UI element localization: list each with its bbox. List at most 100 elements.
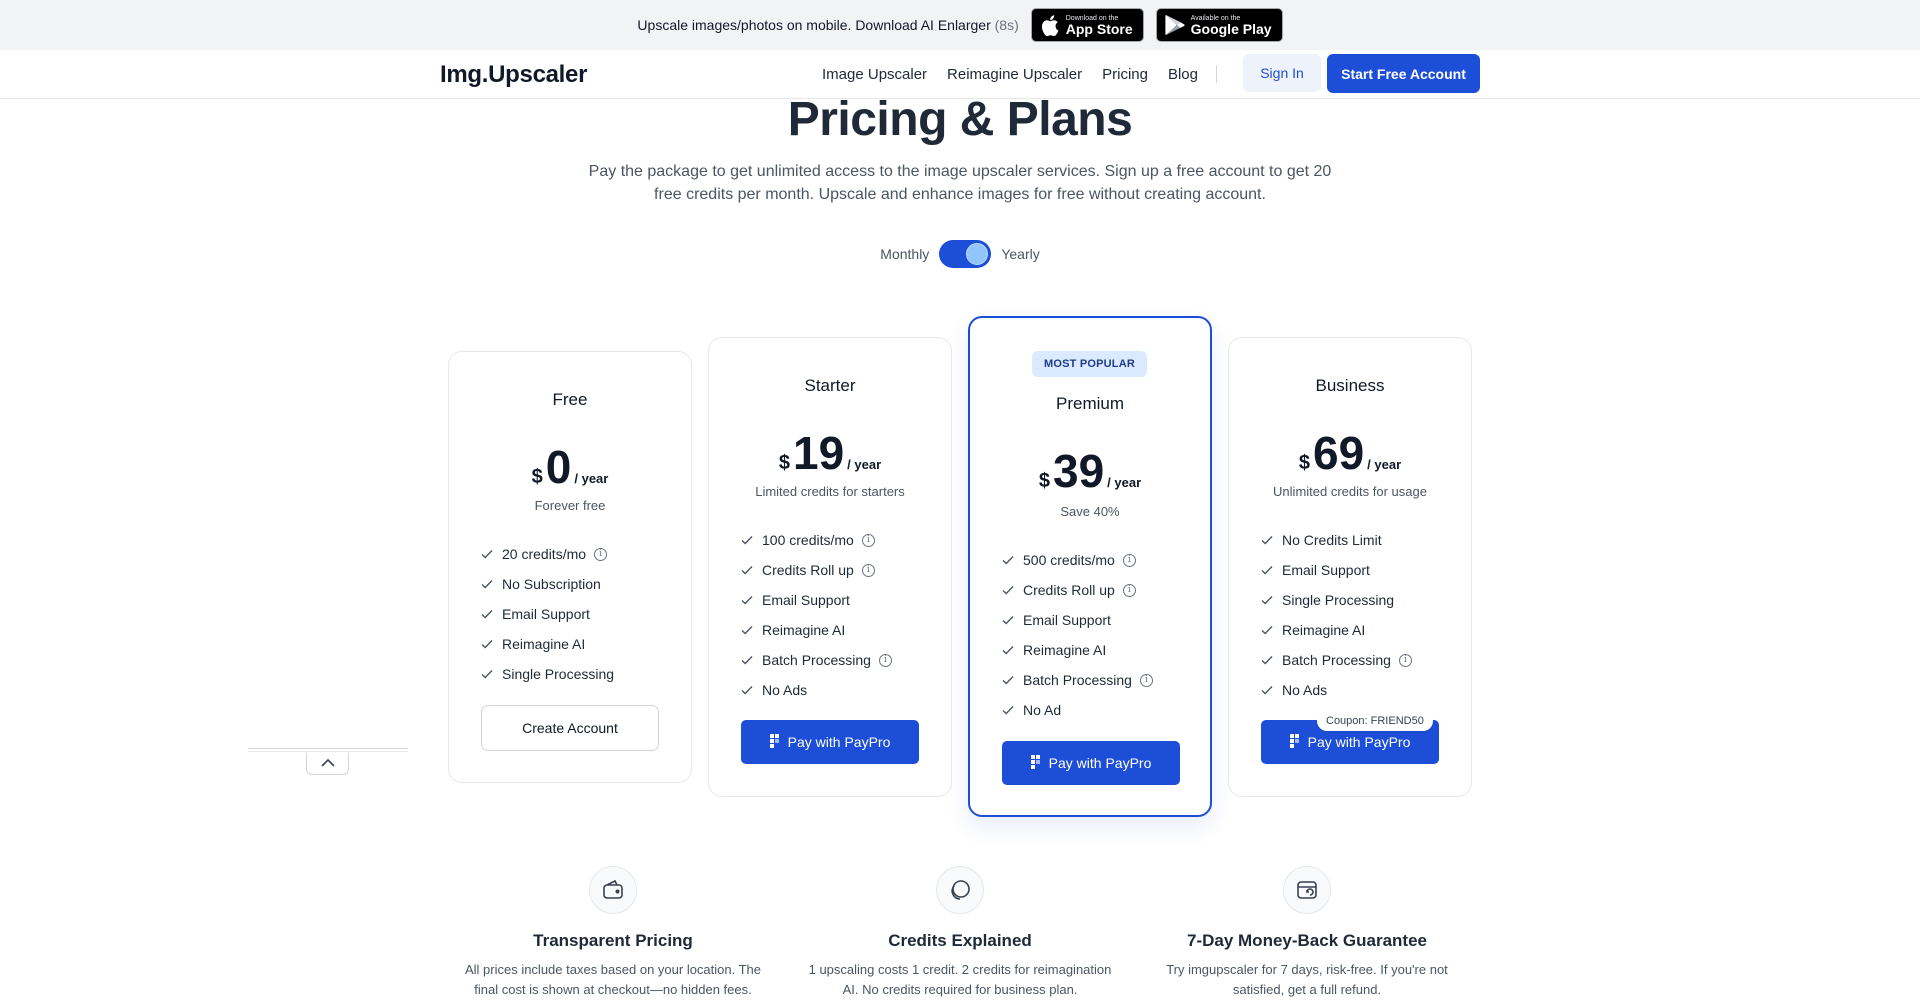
plan-price: $ 69 / year [1229,430,1471,476]
nav-reimagine-upscaler[interactable]: Reimagine Upscaler [947,66,1082,83]
info-icon[interactable]: i [861,563,875,577]
check-icon [1002,585,1014,595]
app-store-label: App Store [1065,20,1133,37]
feature-label: No Subscription [502,576,601,592]
feature-label: Batch Processing [1282,652,1391,668]
price-period: / year [847,457,882,472]
feature-item: 100 credits/mo i [741,525,892,555]
refund-wallet-icon [1283,866,1331,914]
switch-knob [966,243,989,265]
feature-label: Email Support [762,592,850,608]
feature-label: No Ads [762,682,808,698]
feature-item: Batch Processing i [1261,645,1412,675]
feature-label: Single Processing [502,666,615,682]
highlight-transparent-pricing: Transparent Pricing All prices include t… [453,866,773,1000]
nav-pricing[interactable]: Pricing [1102,66,1148,83]
feature-item: No Ads [741,675,892,705]
info-icon[interactable]: i [861,533,875,547]
plan-card-free: Free $ 0 / year Forever free 20 credits/… [448,351,692,783]
most-popular-badge: MOST POPULAR [1032,351,1147,377]
pay-with-paypro-button[interactable]: Pay with PayPro [741,720,919,764]
feature-list: 100 credits/mo i Credits Roll up i Email Sup… [741,525,892,705]
feature-item: Single Processing [1261,585,1412,615]
price-period: / year [1367,457,1402,472]
check-icon [1261,685,1273,695]
feature-item: Batch Processing i [741,645,892,675]
collapse-tab[interactable] [306,753,349,775]
info-icon[interactable]: i [1122,553,1136,567]
feature-label: Batch Processing [762,652,871,668]
check-icon [1002,645,1014,655]
feature-label: Email Support [1282,562,1370,578]
feature-label: Single Processing [1282,592,1395,608]
app-store-button[interactable]: Download on the App Store [1030,8,1144,42]
info-icon[interactable]: i [1122,583,1136,597]
feature-item: No Credits Limit [1261,525,1412,555]
logo[interactable]: Img.Upscaler [440,61,587,89]
promo-text: Upscale images/photos on mobile. Downloa… [637,17,1019,33]
plan-card-premium: MOST POPULAR Premium $ 39 / year Save 40… [968,316,1212,817]
plan-name: Business [1315,376,1385,395]
feature-item: 500 credits/mo i [1002,545,1153,575]
feature-item: Email Support [1002,605,1153,635]
feature-label: Email Support [1023,612,1111,628]
check-icon [1002,705,1014,715]
feature-item: Email Support [741,585,892,615]
feature-item: No Subscription [481,569,614,599]
plan-price: $ 39 / year [970,448,1210,494]
feature-label: Email Support [502,606,590,622]
feature-list: 20 credits/mo i No Subscription Email Suppo… [481,539,614,689]
pay-button-label: Pay with PayPro [1307,734,1411,750]
paypro-icon [1030,754,1041,772]
coupon-badge: Coupon: FRIEND50 [1317,711,1433,731]
start-free-account-button[interactable]: Start Free Account [1327,54,1480,93]
feature-item: Reimagine AI [741,615,892,645]
feature-item: No Ads [1261,675,1412,705]
highlight-title: 7-Day Money-Back Guarantee [1187,931,1427,950]
info-icon[interactable]: i [878,653,892,667]
paypro-icon [1289,733,1300,751]
nav-image-upscaler[interactable]: Image Upscaler [822,66,927,83]
main-nav: Image Upscaler Reimagine Upscaler Pricin… [822,50,1217,98]
create-account-button[interactable]: Create Account [481,705,659,751]
highlight-money-back: 7-Day Money-Back Guarantee Try imgupscal… [1147,866,1467,1000]
info-icon[interactable]: i [1139,673,1153,687]
check-icon [741,535,753,545]
feature-item: Batch Processing i [1002,665,1153,695]
page-subtitle: Pay the package to get unlimited access … [588,163,1332,203]
feature-label: Batch Processing [1023,672,1132,688]
price-amount: 0 [545,441,572,493]
pay-with-paypro-button[interactable]: Pay with PayPro [1002,741,1180,785]
check-icon [481,639,493,649]
credits-icon [936,866,984,914]
info-icon[interactable]: i [1398,653,1412,667]
google-play-button[interactable]: Available on the Google Play [1155,8,1283,42]
info-icon[interactable]: i [594,547,608,561]
check-icon [741,685,753,695]
check-icon [741,655,753,665]
feature-item: Reimagine AI [481,629,614,659]
sign-in-button[interactable]: Sign In [1243,54,1321,92]
yearly-label[interactable]: Yearly [1001,246,1039,262]
monthly-label[interactable]: Monthly [880,246,929,262]
highlight-credits-explained: Credits Explained 1 upscaling costs 1 cr… [800,866,1120,1000]
price-currency: $ [1038,470,1050,492]
billing-switch[interactable] [939,240,992,268]
google-play-icon [1165,14,1185,36]
price-currency: $ [1298,452,1310,474]
plan-name: Premium [1055,394,1124,413]
price-period: / year [574,471,609,486]
plan-card-starter: Starter $ 19 / year Limited credits for … [708,337,952,797]
feature-label: No Credits Limit [1282,532,1382,548]
plan-name: Starter [804,376,856,395]
highlight-title: Transparent Pricing [533,931,693,950]
price-period: / year [1107,475,1142,490]
billing-toggle: Monthly Yearly [0,240,1920,268]
feature-list: No Credits Limit Email Support Single Proc… [1261,525,1412,705]
check-icon [1002,555,1014,565]
pay-button-label: Pay with PayPro [1048,755,1152,771]
price-note: Limited credits for starters [755,484,905,499]
nav-blog[interactable]: Blog [1168,66,1198,83]
wallet-icon [589,866,637,914]
feature-list: 500 credits/mo i Credits Roll up i Email Sup… [1002,545,1153,725]
